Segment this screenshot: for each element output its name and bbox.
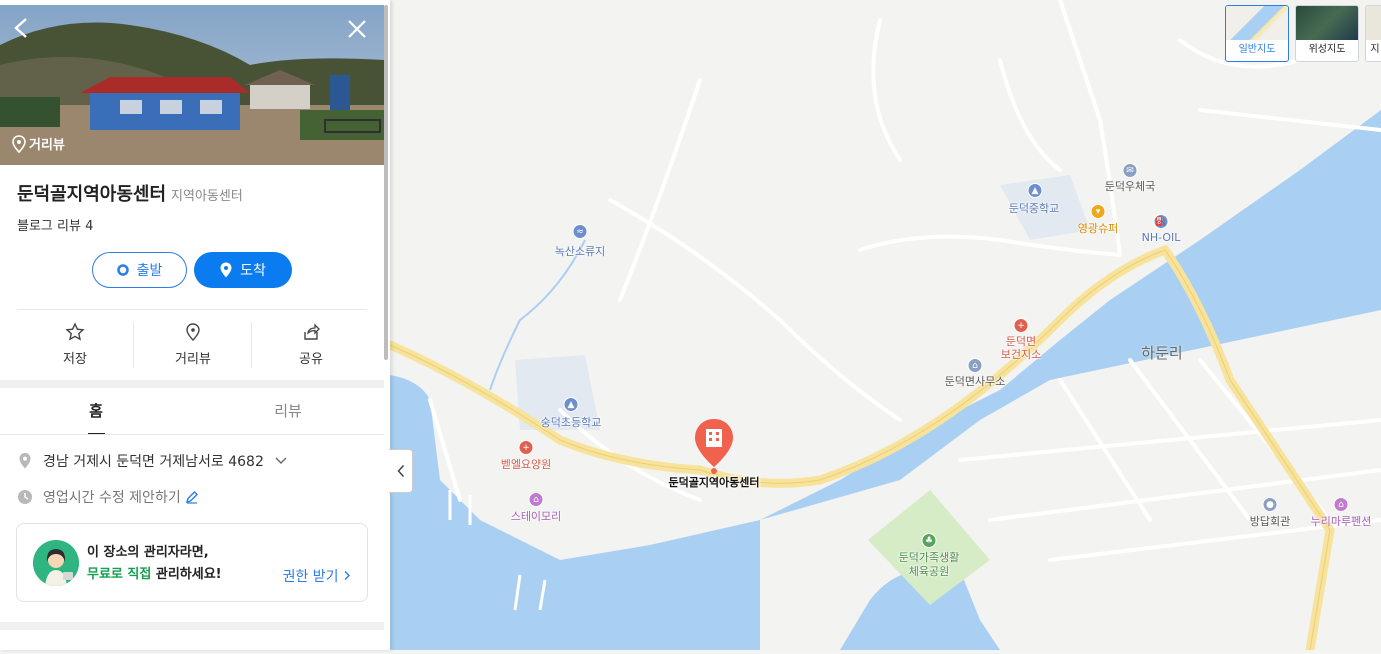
school-icon[interactable]: ▲ <box>1027 183 1043 198</box>
owner-line-2-rest: 관리하세요! <box>151 567 222 582</box>
owner-line-1: 이 장소의 관리자라면, <box>87 545 209 560</box>
owner-claim-text: 이 장소의 관리자라면, 무료로 직접 관리하세요! <box>87 542 222 586</box>
clock-icon <box>18 490 32 504</box>
selected-place-marker[interactable] <box>693 417 735 475</box>
destination-pin-icon <box>220 262 232 278</box>
poi-label[interactable]: 숭덕초등학교 <box>541 414 602 430</box>
divider <box>17 309 367 310</box>
map-type-label: 일반지도 <box>1238 44 1276 55</box>
address-row[interactable]: 경남 거제시 둔덕면 거제남서로 4682 <box>17 451 288 471</box>
poi-label[interactable]: 벧엘요양원 <box>501 456 552 472</box>
map-thumbnail <box>1366 6 1381 40</box>
claim-permission-link[interactable]: 권한 받기 <box>283 566 351 586</box>
close-button[interactable] <box>346 18 368 45</box>
share-icon <box>304 323 320 340</box>
action-label: 거리뷰 <box>175 352 211 367</box>
poi-label[interactable]: 둔덕면사무소 <box>945 373 1006 389</box>
map-type-label: 위성지도 <box>1308 44 1346 55</box>
place-panel: 거리뷰 둔덕골지역아동센터 지역아동센터 블로그 리뷰 4 출발 도착 저장 거… <box>0 0 390 650</box>
school-icon[interactable]: ▲ <box>563 397 579 412</box>
arrive-label: 도착 <box>240 263 266 279</box>
hours-row[interactable]: 영업시간 수정 제안하기 <box>17 487 199 507</box>
place-category: 지역아동센터 <box>171 189 243 204</box>
street-view-tag[interactable]: 거리뷰 <box>12 134 65 153</box>
poi-label[interactable]: 녹산소류지 <box>555 243 606 259</box>
arrive-button[interactable]: 도착 <box>194 252 292 288</box>
poi-label[interactable]: 방답회관 <box>1250 513 1290 529</box>
gas-station-icon[interactable]: ⛽ <box>1153 214 1169 229</box>
action-label: 저장 <box>63 352 87 367</box>
poi-label[interactable]: 체육공원 <box>909 563 949 579</box>
chevron-left-icon <box>396 464 404 478</box>
poi-label[interactable]: 스테이모리 <box>511 508 562 524</box>
street-view-button[interactable]: 거리뷰 <box>134 322 252 367</box>
poi-label[interactable]: 영광슈퍼 <box>1078 220 1118 236</box>
hall-icon[interactable]: ● <box>1262 497 1278 512</box>
poi-label[interactable]: NH-OIL <box>1142 231 1181 244</box>
blog-review-count[interactable]: 블로그 리뷰 4 <box>17 215 93 234</box>
street-view-photo[interactable]: 거리뷰 <box>0 5 384 165</box>
share-button[interactable]: 공유 <box>252 322 370 367</box>
map-type-other[interactable]: 지 <box>1365 5 1381 62</box>
divider <box>0 434 384 435</box>
chevron-left-icon <box>14 18 27 38</box>
place-name: 둔덕골지역아동센터 <box>17 184 167 205</box>
section-divider <box>0 622 384 630</box>
start-button[interactable]: 출발 <box>92 252 187 288</box>
address-text: 경남 거제시 둔덕면 거제남서로 4682 <box>43 454 264 470</box>
chevron-right-icon <box>344 571 350 580</box>
poi-label[interactable]: 누리마루펜션 <box>1311 513 1372 529</box>
store-icon[interactable]: ▾ <box>1090 204 1106 219</box>
pencil-icon[interactable] <box>185 490 199 504</box>
selected-place-label[interactable]: 둔덕골지역아동센터 <box>668 474 759 490</box>
map-type-label: 지 <box>1370 44 1380 55</box>
collapse-panel-button[interactable] <box>389 449 413 493</box>
star-icon <box>65 322 85 341</box>
section-divider <box>0 380 384 388</box>
location-pin-icon <box>12 134 26 153</box>
reservoir-icon[interactable]: ≈ <box>572 224 588 239</box>
poi-label[interactable]: 둔덕우체국 <box>1105 178 1156 194</box>
person-illustration <box>33 540 79 586</box>
start-label: 출발 <box>136 263 163 279</box>
region-label: 하둔리 <box>1141 344 1183 362</box>
owner-line-2: 무료로 직접 관리하세요! <box>87 564 222 586</box>
action-label: 공유 <box>299 352 323 367</box>
owner-highlight: 무료로 직접 <box>87 567 152 582</box>
tab-home[interactable]: 홈 <box>89 400 103 421</box>
map-type-satellite[interactable]: 위성지도 <box>1295 5 1359 62</box>
map-thumbnail <box>1226 6 1288 40</box>
hospital-icon[interactable]: + <box>1013 318 1029 333</box>
panel-scrollbar[interactable] <box>384 5 388 360</box>
lodging-icon[interactable]: ⌂ <box>528 492 544 507</box>
tab-review[interactable]: 리뷰 <box>274 400 302 421</box>
poi-label[interactable]: 둔덕중학교 <box>1009 200 1060 216</box>
owner-claim-card: 이 장소의 관리자라면, 무료로 직접 관리하세요! 권한 받기 <box>16 523 368 602</box>
back-button[interactable] <box>12 17 32 44</box>
location-pin-icon <box>19 453 31 469</box>
owner-avatar <box>33 540 79 586</box>
claim-link-label: 권한 받기 <box>282 569 339 585</box>
park-icon[interactable]: ♣ <box>921 533 937 548</box>
close-icon <box>348 20 366 38</box>
satellite-thumbnail <box>1296 6 1358 40</box>
map-type-normal[interactable]: 일반지도 <box>1225 5 1289 62</box>
street-view-label: 거리뷰 <box>29 138 65 153</box>
hospital-icon[interactable]: + <box>518 440 534 455</box>
place-header: 둔덕골지역아동센터 지역아동센터 <box>17 180 243 206</box>
save-button[interactable]: 저장 <box>16 322 134 367</box>
government-office-icon[interactable]: ⌂ <box>967 358 983 373</box>
hours-suggest-text: 영업시간 수정 제안하기 <box>43 490 181 506</box>
poi-label[interactable]: 보건지소 <box>1001 346 1041 362</box>
chevron-down-icon[interactable] <box>274 456 288 466</box>
lodging-icon[interactable]: ⌂ <box>1333 497 1349 512</box>
origin-dot-icon <box>116 264 129 276</box>
post-office-icon[interactable]: ✉ <box>1122 163 1138 178</box>
location-pin-icon <box>186 323 200 341</box>
